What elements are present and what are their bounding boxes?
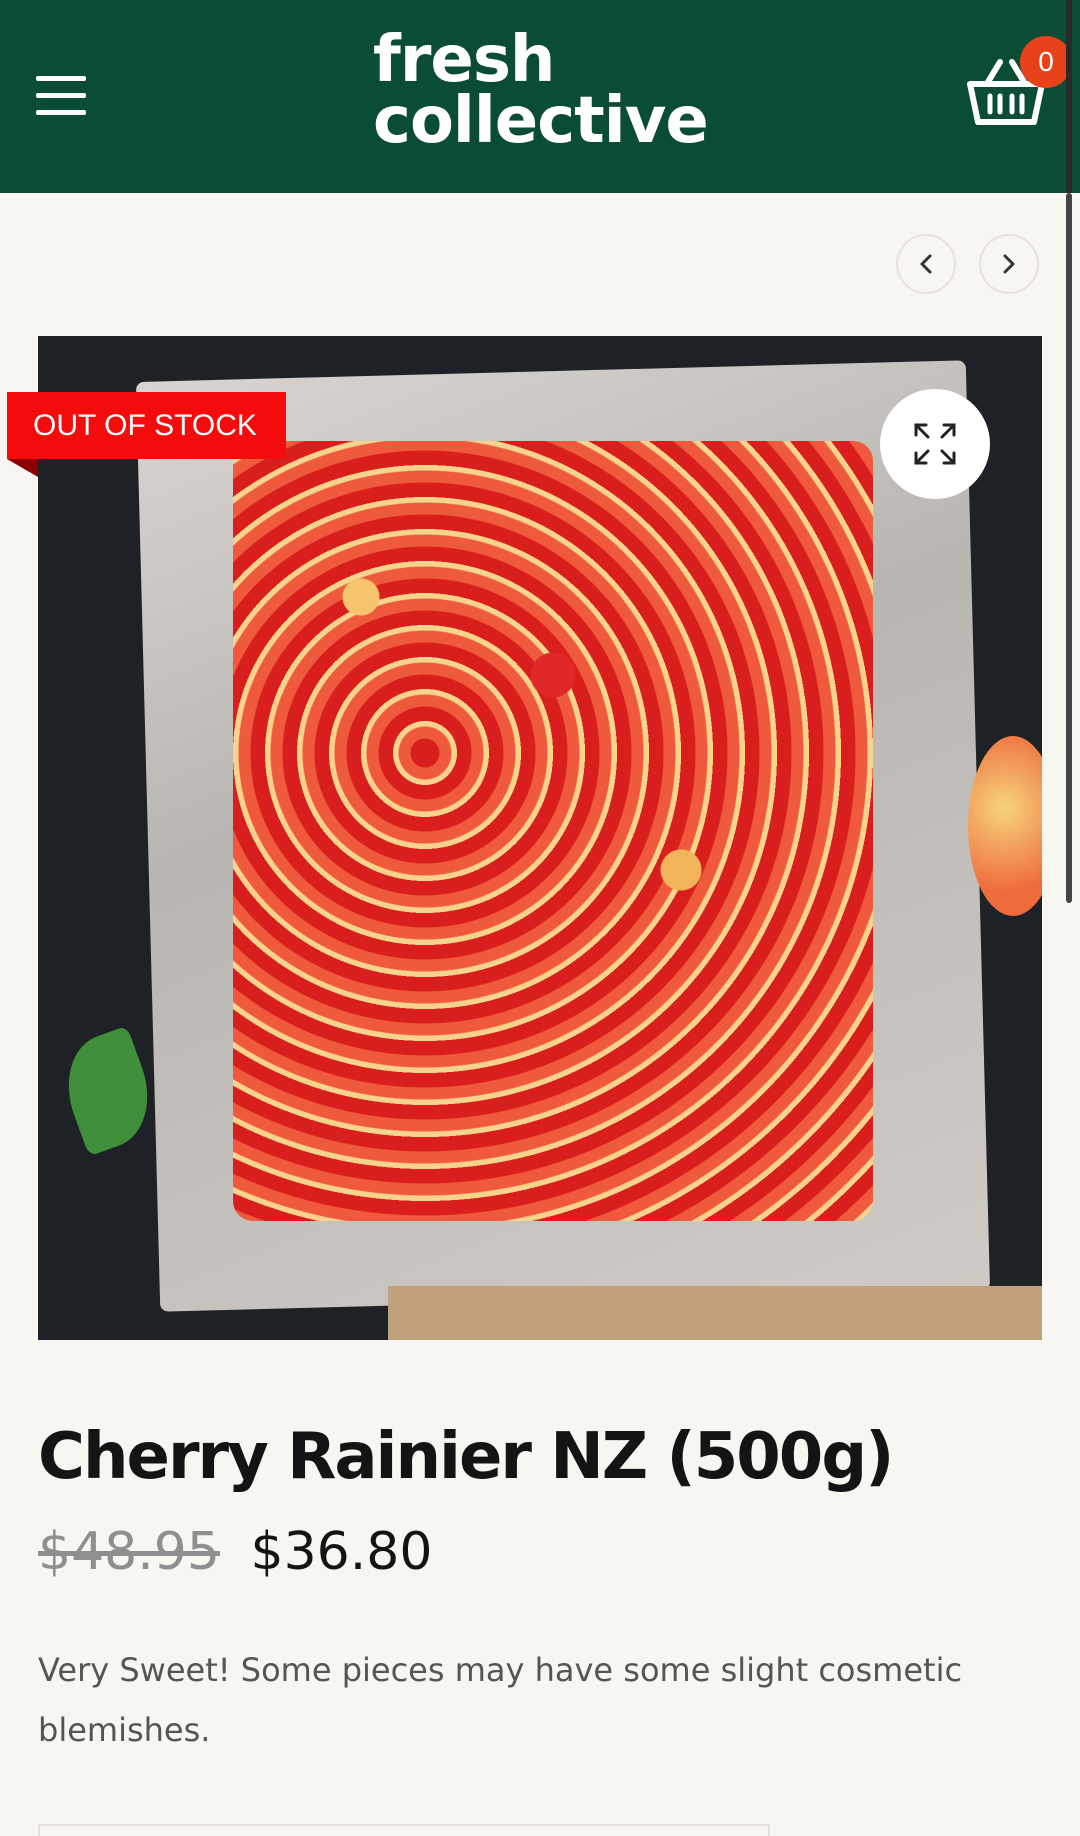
site-header: fresh collective 0 (0, 0, 1080, 193)
logo-line-1: fresh (373, 23, 555, 97)
cart-count-badge: 0 (1020, 36, 1072, 88)
product-title: Cherry Rainier NZ (500g) (38, 1420, 894, 1494)
logo[interactable]: fresh collective (373, 23, 713, 160)
out-of-stock-badge: OUT OF STOCK (7, 392, 286, 459)
price-row: $48.95 $36.80 (38, 1522, 432, 1582)
chevron-right-icon[interactable] (979, 234, 1039, 294)
badge-fold (7, 459, 38, 477)
chevron-left-icon[interactable] (896, 234, 956, 294)
original-price: $48.95 (38, 1522, 220, 1582)
scrollbar-track (1066, 0, 1072, 193)
expand-icon[interactable] (880, 389, 990, 499)
cherries (233, 441, 873, 1221)
box-bottom (388, 1286, 1042, 1340)
quantity-field[interactable] (38, 1824, 770, 1836)
hamburger-menu-icon[interactable] (36, 76, 86, 116)
leaf-decor (51, 1025, 165, 1157)
sale-price: $36.80 (250, 1522, 433, 1582)
scrollbar-thumb[interactable] (1066, 193, 1072, 903)
product-image[interactable] (38, 336, 1042, 1340)
logo-line-2: collective (373, 83, 709, 158)
product-description: Very Sweet! Some pieces may have some sl… (38, 1651, 963, 1749)
